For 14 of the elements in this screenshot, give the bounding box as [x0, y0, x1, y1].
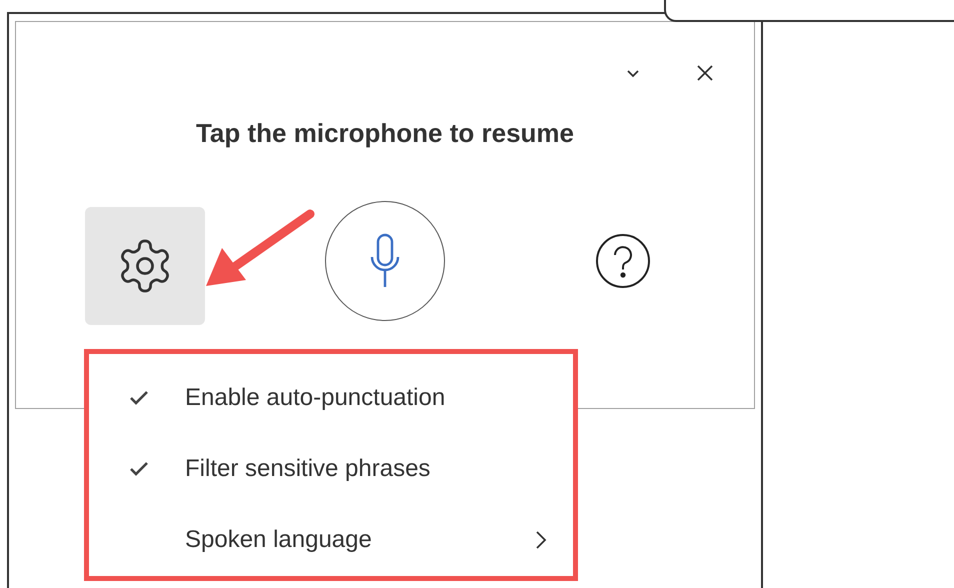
menu-item[interactable]: Spoken language [89, 504, 573, 576]
menu-item-label: Enable auto-punctuation [185, 384, 446, 412]
chevron-down-icon [626, 68, 640, 78]
menu-item[interactable]: Filter sensitive phrases [89, 433, 573, 505]
status-title: Tap the microphone to resume [194, 118, 575, 149]
menu-item[interactable]: Enable auto-punctuation [89, 362, 573, 434]
help-icon [595, 233, 651, 289]
close-icon [696, 64, 714, 82]
menu-item-label: Filter sensitive phrases [185, 454, 432, 483]
chevron-right-icon [535, 530, 547, 550]
help-button[interactable] [595, 233, 651, 289]
microphone-icon [369, 233, 401, 289]
settings-button[interactable] [85, 207, 205, 325]
menu-item-label: Spoken language [185, 526, 373, 554]
